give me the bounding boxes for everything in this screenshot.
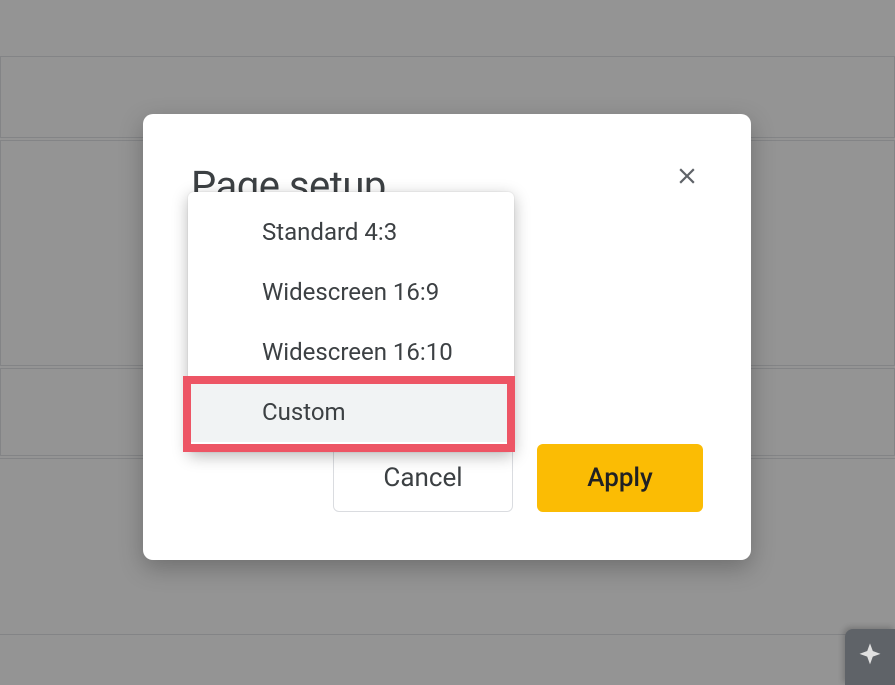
cancel-button[interactable]: Cancel — [333, 444, 513, 512]
dropdown-item-widescreen-16-10[interactable]: Widescreen 16:10 — [188, 322, 514, 382]
dropdown-item-custom[interactable]: Custom — [188, 382, 514, 442]
dropdown-item-standard-4-3[interactable]: Standard 4:3 — [188, 202, 514, 262]
sparkle-icon — [856, 641, 884, 673]
apply-button[interactable]: Apply — [537, 444, 703, 512]
close-icon — [674, 163, 700, 193]
close-button[interactable] — [671, 162, 703, 194]
dropdown-item-widescreen-16-9[interactable]: Widescreen 16:9 — [188, 262, 514, 322]
explore-fab[interactable] — [845, 629, 895, 685]
ratio-dropdown-menu: Standard 4:3 Widescreen 16:9 Widescreen … — [188, 192, 514, 452]
dialog-actions: Cancel Apply — [333, 444, 703, 512]
